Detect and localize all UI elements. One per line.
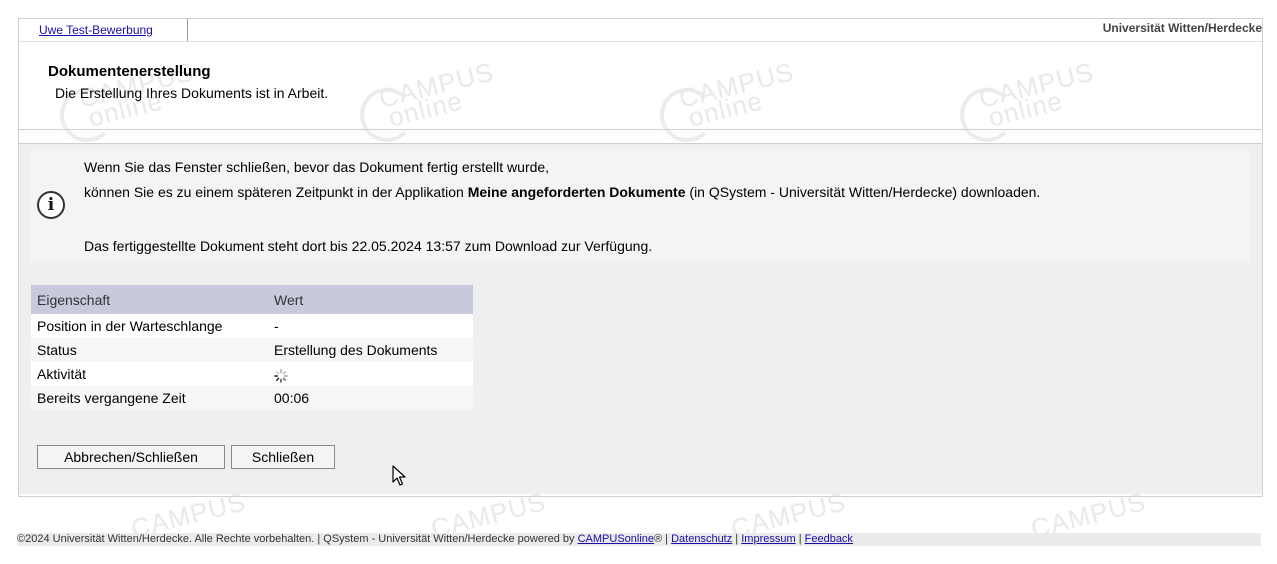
table-header-row: Eigenschaft Wert <box>31 285 473 314</box>
datenschutz-link[interactable]: Datenschutz <box>671 533 732 545</box>
page-title: Dokumentenerstellung <box>48 63 211 80</box>
table-row: Aktivität <box>31 362 473 386</box>
table-row: Status Erstellung des Dokuments <box>31 338 473 362</box>
spinner-icon <box>274 368 288 383</box>
table-row: Bereits vergangene Zeit 00:06 <box>31 386 473 410</box>
column-header-property: Eigenschaft <box>31 285 268 314</box>
mouse-cursor-icon <box>392 465 408 492</box>
cell-property: Bereits vergangene Zeit <box>31 386 268 410</box>
info-line-3: Das fertiggestellte Dokument steht dort … <box>84 238 653 254</box>
info-line-1: Wenn Sie das Fenster schließen, bevor da… <box>84 159 550 175</box>
info-box: i Wenn Sie das Fenster schließen, bevor … <box>31 151 1249 263</box>
footer-copyright: ©2024 Universität Witten/Herdecke. Alle … <box>17 533 578 545</box>
user-tab: Uwe Test-Bewerbung <box>19 19 188 41</box>
cell-value: 00:06 <box>268 386 473 410</box>
institution-name: Universität Witten/Herdecke <box>1102 21 1262 35</box>
properties-table: Eigenschaft Wert Position in der Wartesc… <box>31 285 473 410</box>
info-icon: i <box>37 191 65 219</box>
close-button[interactable]: Schließen <box>231 445 335 469</box>
divider <box>19 129 1262 130</box>
abort-close-button[interactable]: Abbrechen/Schließen <box>37 445 225 469</box>
cell-value <box>268 362 473 386</box>
impressum-link[interactable]: Impressum <box>741 533 795 545</box>
cell-value: Erstellung des Dokuments <box>268 338 473 362</box>
table-row: Position in der Warteschlange - <box>31 314 473 338</box>
cell-property: Position in der Warteschlange <box>31 314 268 338</box>
cell-value: - <box>268 314 473 338</box>
footer: ©2024 Universität Witten/Herdecke. Alle … <box>17 533 1261 546</box>
main-frame: Uwe Test-Bewerbung Universität Witten/He… <box>18 18 1263 497</box>
top-bar: Uwe Test-Bewerbung Universität Witten/He… <box>19 19 1262 42</box>
page-subtitle: Die Erstellung Ihres Dokuments ist in Ar… <box>55 85 329 101</box>
cell-property: Aktivität <box>31 362 268 386</box>
content-panel: i Wenn Sie das Fenster schließen, bevor … <box>19 143 1262 494</box>
column-header-value: Wert <box>268 285 473 314</box>
info-line-2: können Sie es zu einem späteren Zeitpunk… <box>84 184 1041 200</box>
app-name: Meine angeforderten Dokumente <box>467 184 686 200</box>
feedback-link[interactable]: Feedback <box>805 533 853 545</box>
user-link[interactable]: Uwe Test-Bewerbung <box>39 23 153 37</box>
cell-property: Status <box>31 338 268 362</box>
campusonline-link[interactable]: CAMPUSonline <box>578 533 654 545</box>
